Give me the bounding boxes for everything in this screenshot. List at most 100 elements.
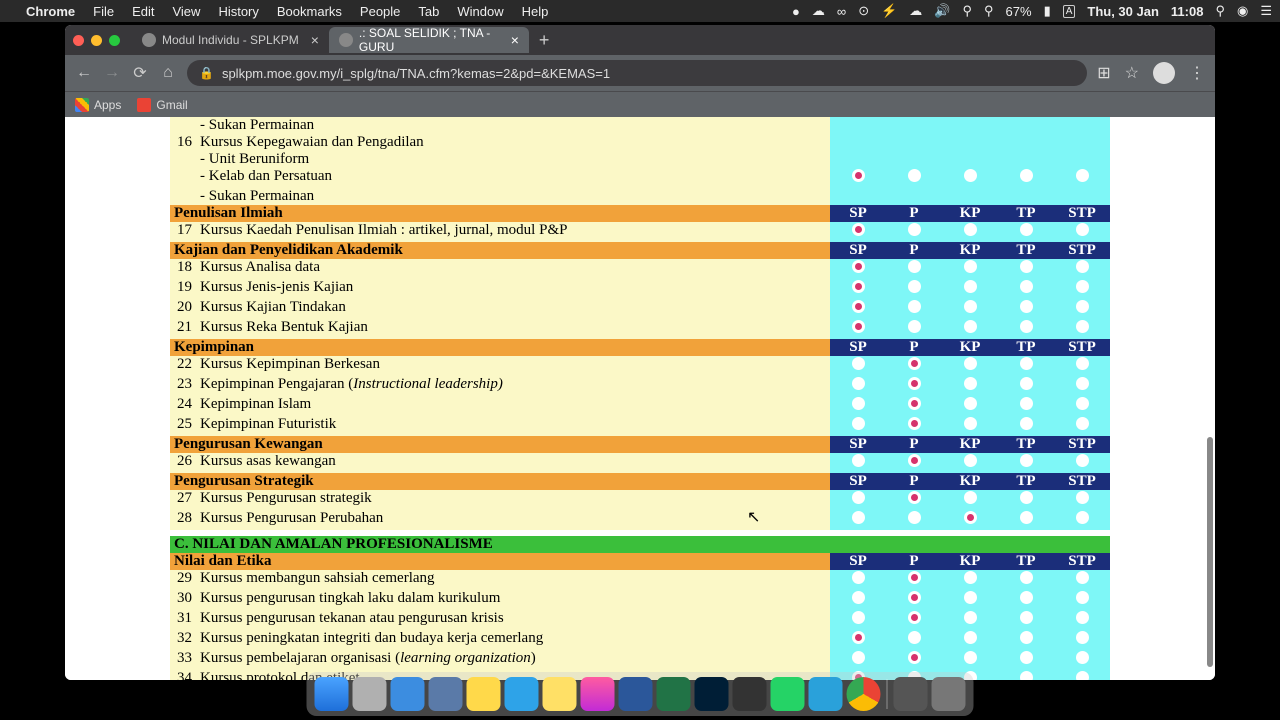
radio-option[interactable] bbox=[908, 377, 921, 390]
dock-app[interactable] bbox=[391, 677, 425, 711]
radio-kp[interactable] bbox=[964, 169, 977, 182]
siri-icon[interactable]: ◉ bbox=[1237, 3, 1248, 19]
radio-option[interactable] bbox=[1020, 280, 1033, 293]
volume-icon[interactable]: 🔊 bbox=[934, 3, 950, 19]
radio-option[interactable] bbox=[852, 280, 865, 293]
radio-option[interactable] bbox=[852, 611, 865, 624]
menu-window[interactable]: Window bbox=[457, 4, 503, 19]
radio-option[interactable] bbox=[852, 377, 865, 390]
menu-tab[interactable]: Tab bbox=[418, 4, 439, 19]
radio-option[interactable] bbox=[908, 591, 921, 604]
radio-option[interactable] bbox=[1020, 397, 1033, 410]
radio-option[interactable] bbox=[908, 491, 921, 504]
radio-option[interactable] bbox=[852, 300, 865, 313]
tab-close-icon[interactable]: × bbox=[311, 32, 319, 48]
menu-icon[interactable]: ☰ bbox=[1260, 3, 1272, 19]
cloud-icon[interactable]: ☁ bbox=[812, 3, 825, 19]
radio-option[interactable] bbox=[908, 260, 921, 273]
radio-option[interactable] bbox=[964, 280, 977, 293]
radio-option[interactable] bbox=[852, 260, 865, 273]
tab-active[interactable]: .: SOAL SELIDIK ; TNA - GURU × bbox=[329, 27, 529, 53]
radio-option[interactable] bbox=[1076, 417, 1089, 430]
radio-option[interactable] bbox=[964, 300, 977, 313]
menu-edit[interactable]: Edit bbox=[132, 4, 154, 19]
bookmark-gmail[interactable]: Gmail bbox=[137, 98, 187, 112]
dock-word[interactable] bbox=[619, 677, 653, 711]
radio-option[interactable] bbox=[1076, 631, 1089, 644]
menu-icon[interactable]: ⋮ bbox=[1189, 63, 1205, 83]
radio-option[interactable] bbox=[1076, 591, 1089, 604]
radio-option[interactable] bbox=[1020, 651, 1033, 664]
url-input[interactable]: 🔒 splkpm.moe.gov.my/i_splg/tna/TNA.cfm?k… bbox=[187, 60, 1087, 86]
dock-app[interactable] bbox=[505, 677, 539, 711]
radio-option[interactable] bbox=[852, 651, 865, 664]
radio-option[interactable] bbox=[908, 300, 921, 313]
radio-option[interactable] bbox=[852, 397, 865, 410]
radio-option[interactable] bbox=[964, 611, 977, 624]
dock-stickies[interactable] bbox=[543, 677, 577, 711]
radio-option[interactable] bbox=[908, 571, 921, 584]
menu-bookmarks[interactable]: Bookmarks bbox=[277, 4, 342, 19]
bluetooth-icon[interactable]: ⚲ bbox=[962, 3, 972, 19]
radio-option[interactable] bbox=[1020, 454, 1033, 467]
dock-trash[interactable] bbox=[932, 677, 966, 711]
menubar-app[interactable]: Chrome bbox=[26, 4, 75, 19]
radio-option[interactable] bbox=[1020, 491, 1033, 504]
dock-notes[interactable] bbox=[467, 677, 501, 711]
radio-option[interactable] bbox=[1076, 651, 1089, 664]
lock-icon[interactable]: 🔒 bbox=[199, 66, 214, 80]
radio-option[interactable] bbox=[1076, 377, 1089, 390]
menu-people[interactable]: People bbox=[360, 4, 400, 19]
dock-app[interactable] bbox=[429, 677, 463, 711]
radio-option[interactable] bbox=[964, 417, 977, 430]
lang-icon[interactable]: A bbox=[1063, 5, 1076, 18]
radio-option[interactable] bbox=[964, 377, 977, 390]
radio-option[interactable] bbox=[1020, 260, 1033, 273]
radio-option[interactable] bbox=[1020, 223, 1033, 236]
forward-button[interactable]: → bbox=[103, 64, 121, 82]
radio-option[interactable] bbox=[1020, 511, 1033, 524]
radio-option[interactable] bbox=[1076, 357, 1089, 370]
dock-excel[interactable] bbox=[657, 677, 691, 711]
radio-option[interactable] bbox=[964, 651, 977, 664]
radio-option[interactable] bbox=[1020, 300, 1033, 313]
dock-telegram[interactable] bbox=[809, 677, 843, 711]
radio-option[interactable] bbox=[964, 454, 977, 467]
radio-option[interactable] bbox=[964, 223, 977, 236]
radio-stp[interactable] bbox=[1076, 169, 1089, 182]
radio-option[interactable] bbox=[852, 223, 865, 236]
cloud2-icon[interactable]: ☁ bbox=[909, 3, 922, 19]
maximize-window-icon[interactable] bbox=[109, 35, 120, 46]
radio-option[interactable] bbox=[852, 591, 865, 604]
radio-option[interactable] bbox=[908, 223, 921, 236]
radio-option[interactable] bbox=[908, 454, 921, 467]
radio-option[interactable] bbox=[908, 280, 921, 293]
translate-icon[interactable]: ⊞ bbox=[1097, 63, 1110, 83]
dock-photoshop[interactable] bbox=[695, 677, 729, 711]
back-button[interactable]: ← bbox=[75, 64, 93, 82]
radio-option[interactable] bbox=[1076, 320, 1089, 333]
radio-option[interactable] bbox=[852, 491, 865, 504]
radio-option[interactable] bbox=[908, 631, 921, 644]
radio-p[interactable] bbox=[908, 169, 921, 182]
radio-option[interactable] bbox=[1076, 671, 1089, 680]
close-window-icon[interactable] bbox=[73, 35, 84, 46]
dock-safari[interactable] bbox=[353, 677, 387, 711]
radio-option[interactable] bbox=[1020, 571, 1033, 584]
radio-option[interactable] bbox=[1020, 611, 1033, 624]
radio-option[interactable] bbox=[1076, 491, 1089, 504]
radio-option[interactable] bbox=[964, 491, 977, 504]
menu-help[interactable]: Help bbox=[522, 4, 549, 19]
profile-icon[interactable] bbox=[1153, 62, 1175, 84]
dock-app[interactable] bbox=[733, 677, 767, 711]
radio-option[interactable] bbox=[908, 397, 921, 410]
radio-option[interactable] bbox=[964, 631, 977, 644]
radio-option[interactable] bbox=[908, 511, 921, 524]
dock-app[interactable] bbox=[894, 677, 928, 711]
tab-close-icon[interactable]: × bbox=[511, 32, 519, 48]
infinity-icon[interactable]: ∞ bbox=[837, 4, 846, 19]
radio-option[interactable] bbox=[1020, 671, 1033, 680]
radio-option[interactable] bbox=[1020, 631, 1033, 644]
menu-view[interactable]: View bbox=[172, 4, 200, 19]
radio-option[interactable] bbox=[908, 417, 921, 430]
